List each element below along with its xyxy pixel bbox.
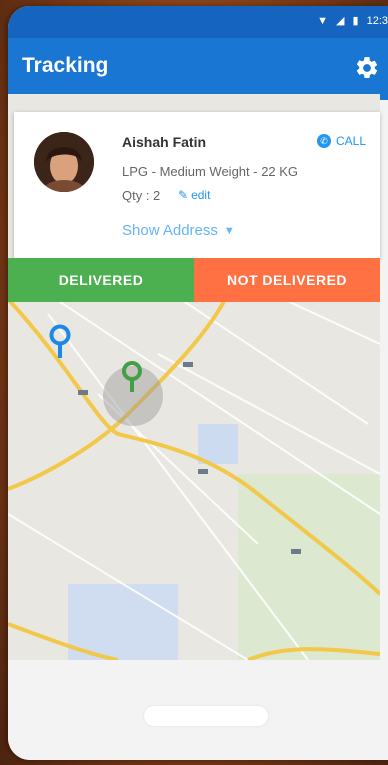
pencil-icon: ✎: [178, 188, 189, 202]
phone-icon: ✆: [316, 134, 331, 148]
delivery-actions: DELIVERED NOT DELIVERED: [8, 258, 380, 302]
show-address-toggle[interactable]: Show Address ▼: [122, 222, 235, 239]
gear-icon[interactable]: [354, 55, 380, 81]
caret-down-icon: ▼: [223, 224, 235, 237]
map-marker-green-icon[interactable]: [120, 360, 144, 398]
not-delivered-button[interactable]: NOT DELIVERED: [194, 258, 380, 302]
product-description: LPG - Medium Weight - 22 KG: [122, 164, 299, 179]
customer-name: Aishah Fatin: [122, 134, 207, 150]
call-button[interactable]: ✆ CALL: [316, 134, 366, 148]
water-area: [68, 584, 178, 660]
avatar: [34, 132, 94, 192]
status-time: 12:3: [366, 14, 388, 27]
quantity-text: Qty : 2: [122, 188, 161, 203]
wifi-icon: ▼: [317, 14, 329, 27]
status-bar: ▼ ◢ ▮ 12:3: [8, 6, 388, 38]
call-label: CALL: [335, 134, 366, 148]
signal-icon: ◢: [336, 15, 345, 27]
park-area: [238, 474, 380, 660]
navigation-bar: [8, 666, 388, 760]
edit-label: edit: [191, 188, 211, 202]
page-title: Tracking: [22, 54, 109, 77]
order-card: Aishah Fatin ✆ CALL LPG - Medium Weight …: [14, 112, 380, 260]
home-button[interactable]: [144, 706, 268, 726]
delivered-button[interactable]: DELIVERED: [8, 258, 194, 302]
app-bar: Tracking: [8, 38, 388, 100]
show-address-label: Show Address: [122, 222, 218, 239]
battery-icon: ▮: [352, 15, 359, 27]
edit-button[interactable]: ✎ edit: [178, 188, 210, 202]
map-marker-blue-icon[interactable]: [48, 324, 72, 362]
